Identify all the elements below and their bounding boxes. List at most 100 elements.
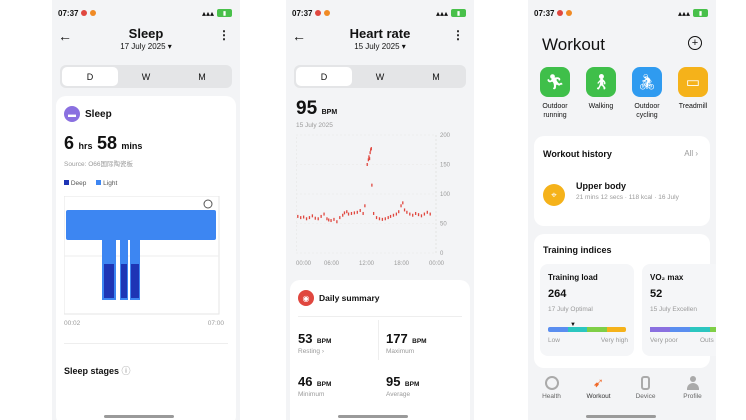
heart-rate-point — [406, 210, 408, 214]
app-icon — [324, 10, 331, 16]
daily-summary-card: ◉ Daily summary 53 BPM Resting › 177 BPM… — [290, 280, 470, 420]
sleep-card: ▬ Sleep 6 hrs 58 mins Source: O66国际陶瓷板 D… — [56, 96, 236, 420]
home-indicator[interactable] — [104, 415, 174, 418]
heart-rate-point — [420, 214, 423, 218]
workout-icon: ➹ — [593, 375, 604, 390]
vo2-scale — [650, 327, 716, 332]
minimum-stat: 46 BPM Minimum — [298, 374, 332, 398]
maximum-stat: 177 BPM Maximum — [386, 331, 427, 355]
nav-health[interactable]: Health — [528, 372, 575, 420]
heart-rate-point — [371, 183, 373, 187]
resting-stat[interactable]: 53 BPM Resting › — [298, 330, 331, 355]
x-tick-label: 00:00 — [429, 261, 445, 267]
page-title: Heart rate — [349, 26, 411, 41]
strength-icon: ⌖ — [543, 184, 565, 206]
signal-icon: ▴▴▴ — [677, 8, 690, 18]
current-bpm: 95 BPM — [296, 98, 338, 119]
signal-icon: ▴▴▴ — [201, 8, 214, 18]
tab-month[interactable]: M — [174, 67, 230, 86]
tab-week[interactable]: W — [352, 67, 408, 86]
summary-title: Daily summary — [319, 293, 380, 303]
x-tick-label: 06:00 — [324, 261, 340, 267]
heart-rate-point — [323, 212, 325, 216]
activity-0[interactable]: 🏃︎ Outdoor running — [532, 67, 578, 121]
heart-rate-point — [308, 216, 311, 220]
nav-device[interactable]: Device — [622, 372, 669, 420]
heart-rate-point — [423, 212, 426, 216]
tab-week[interactable]: W — [118, 67, 174, 86]
notification-icon — [557, 10, 564, 16]
heart-rate-point — [317, 217, 319, 221]
divider — [64, 343, 228, 344]
activity-3[interactable]: ▭ Treadmill — [670, 67, 716, 121]
heart-rate-point — [368, 157, 371, 161]
heart-rate-point — [326, 217, 328, 221]
treadmill-icon: ▭ — [678, 67, 708, 97]
home-indicator[interactable] — [586, 415, 656, 418]
status-time: 07:37 — [534, 8, 555, 18]
heart-rate-point — [356, 210, 358, 214]
activity-2[interactable]: 🚴︎ Outdoor cycling — [624, 67, 670, 121]
refresh-icon — [203, 199, 213, 209]
heart-header: ← Heart rate 15 July 2025 ▾ ⋮ — [286, 26, 474, 54]
training-load-tile[interactable]: Training load 264 17 July Optimal ▼ Low … — [540, 264, 634, 356]
heart-rate-point — [305, 217, 308, 221]
heart-rate-point — [350, 211, 353, 215]
date-selector[interactable]: 15 July 2025 ▾ — [286, 42, 474, 51]
source-text: Source: O66国际陶瓷板 — [64, 161, 133, 168]
activity-1[interactable]: 🚶︎ Walking — [578, 67, 624, 121]
tab-month[interactable]: M — [408, 67, 464, 86]
heart-rate-point — [347, 212, 350, 216]
home-indicator[interactable] — [338, 415, 408, 418]
sleep-stages-heading[interactable]: Sleep stages ⓘ — [64, 364, 131, 377]
heart-rate-point — [330, 219, 332, 223]
device-icon — [641, 376, 650, 390]
heart-rate-point — [384, 217, 386, 221]
heart-rate-point — [378, 217, 381, 221]
tab-day[interactable]: D — [296, 67, 352, 86]
light-sleep-bar — [66, 210, 216, 240]
health-icon — [544, 376, 559, 390]
heart-rate-point — [311, 214, 314, 218]
heart-rate-point — [314, 216, 316, 220]
history-entry-title[interactable]: Upper body — [576, 181, 626, 191]
add-workout-icon[interactable]: + — [688, 36, 702, 50]
nav-profile[interactable]: Profile — [669, 372, 716, 420]
sleep-duration: 6 hrs 58 mins — [64, 133, 143, 153]
running-icon: 🏃︎ — [540, 67, 570, 97]
notification-icon — [81, 10, 88, 16]
indices-title: Training indices — [543, 245, 612, 255]
heart-rate-point — [320, 214, 322, 218]
more-options-icon[interactable]: ⋮ — [218, 28, 230, 42]
y-tick-label: 200 — [440, 133, 451, 139]
history-all-link[interactable]: All › — [684, 149, 698, 158]
status-bar: 07:37 ▴▴▴ ▮ — [534, 7, 708, 19]
activity-shortcuts: 🏃︎ Outdoor running 🚶︎ Walking 🚴︎ Outdoor cycl… — [532, 67, 716, 121]
y-tick-label: 100 — [440, 192, 451, 198]
tab-day[interactable]: D — [62, 67, 118, 86]
heart-rate-point — [409, 212, 411, 216]
date-selector[interactable]: 17 July 2025 ▾ — [52, 42, 240, 51]
vo2-max-tile[interactable]: VO₂ max 52 15 July Excellen Very poor Ou… — [642, 264, 716, 356]
profile-icon — [686, 376, 700, 390]
heart-rate-point — [369, 151, 371, 155]
reading-date: 15 July 2025 — [296, 122, 333, 129]
heart-icon: ◉ — [298, 290, 314, 306]
heart-rate-point — [359, 209, 361, 213]
signal-icon: ▴▴▴ — [435, 8, 448, 18]
x-tick-label: 12:00 — [359, 261, 375, 267]
walking-icon: 🚶︎ — [586, 67, 616, 97]
heart-rate-point — [395, 212, 398, 216]
nav-workout[interactable]: ➹ Workout — [575, 372, 622, 420]
heart-rate-point — [367, 158, 370, 162]
heart-rate-point — [300, 216, 302, 220]
heart-rate-point — [297, 214, 299, 218]
heart-rate-point — [402, 201, 404, 205]
activity-label: Outdoor running — [542, 103, 568, 119]
heart-rate-point — [414, 211, 417, 215]
sleep-chart — [64, 196, 220, 315]
more-options-icon[interactable]: ⋮ — [452, 28, 464, 42]
heart-rate-point — [429, 212, 431, 216]
heart-rate-point — [398, 210, 400, 214]
heart-rate-point — [362, 211, 364, 215]
